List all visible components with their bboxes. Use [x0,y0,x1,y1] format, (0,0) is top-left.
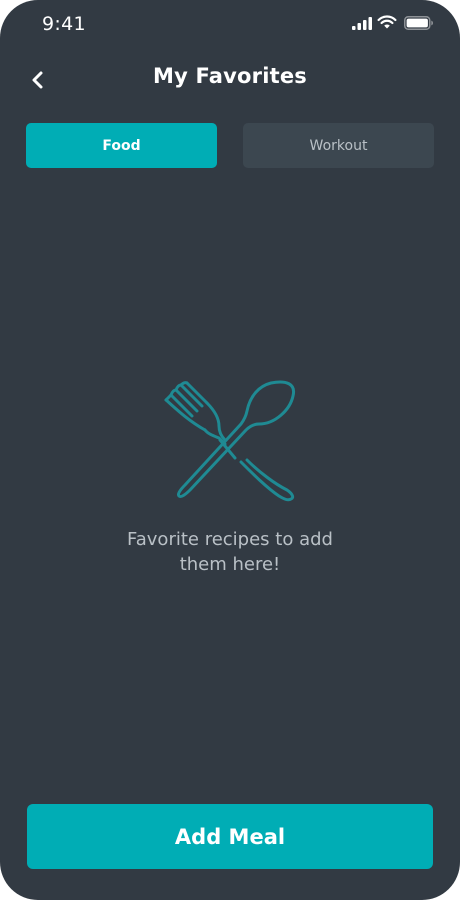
wifi-icon [377,15,397,29]
tab-workout[interactable]: Workout [243,123,434,168]
fork-spoon-icon [164,380,296,502]
add-meal-button[interactable]: Add Meal [27,804,433,869]
status-time: 9:41 [42,13,86,35]
page-title: My Favorites [152,64,308,88]
tab-food[interactable]: Food [26,123,217,168]
status-bar: 9:41 [0,0,460,50]
empty-state-line-2: them here! [179,554,281,575]
phone-screen: 9:41 My Favorites Food Workout Favorite … [0,0,460,900]
empty-state-line-1: Favorite recipes to add [127,529,333,550]
signal-icon [352,17,372,30]
battery-icon [404,16,433,30]
empty-state-message: Favorite recipes to add them here! [80,527,380,577]
